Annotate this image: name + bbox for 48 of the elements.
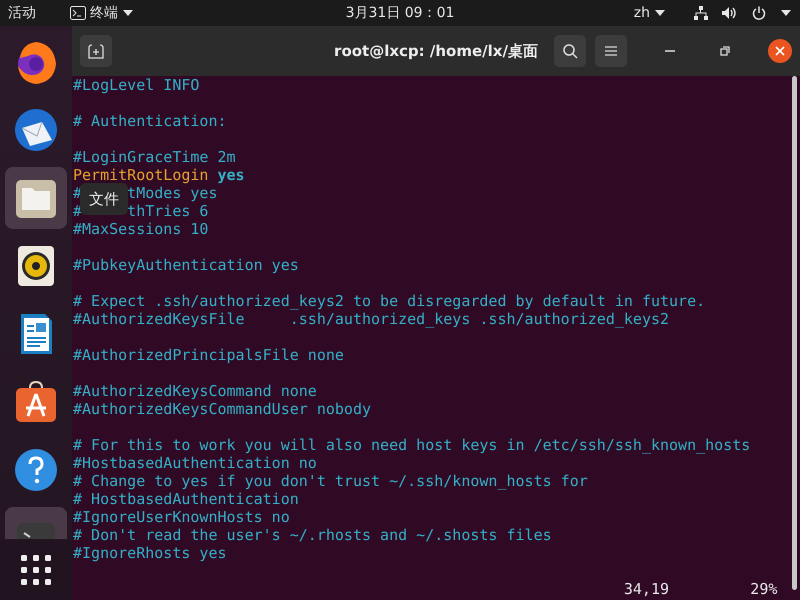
config-value: yes bbox=[218, 166, 245, 184]
help-icon bbox=[12, 446, 60, 494]
minimize-icon bbox=[665, 50, 675, 52]
tooltip: 文件 bbox=[80, 183, 128, 215]
terminal-line: #PubkeyAuthentication yes bbox=[73, 256, 299, 274]
config-key: PermitRootLogin bbox=[73, 166, 208, 184]
restore-icon bbox=[720, 46, 730, 56]
new-tab-icon bbox=[88, 43, 104, 59]
terminal-line: #MaxSessions 10 bbox=[73, 220, 208, 238]
terminal-line: # Authentication: bbox=[73, 112, 227, 130]
terminal-icon bbox=[70, 6, 86, 20]
terminal-line: #HostbasedAuthentication no bbox=[73, 454, 317, 472]
new-tab-button[interactable] bbox=[80, 35, 112, 67]
close-icon bbox=[775, 46, 785, 56]
terminal-line: # HostbasedAuthentication bbox=[73, 490, 299, 508]
clock-text[interactable]: 3月31日 09：01 bbox=[346, 4, 454, 22]
app-grid-icon[interactable] bbox=[21, 555, 51, 585]
search-icon bbox=[562, 43, 578, 59]
volume-icon[interactable] bbox=[722, 6, 738, 20]
app-menu-button[interactable]: 终端 bbox=[70, 4, 134, 22]
terminal-line: # For this to work you will also need host keys in /etc/ssh/ssh_known_hosts bbox=[73, 436, 750, 454]
terminal-line: #LogLevel INFO bbox=[73, 76, 200, 94]
terminal-line: # Don't read the user's ~/.rhosts and ~/.shosts files bbox=[73, 526, 552, 544]
close-button[interactable] bbox=[768, 39, 792, 63]
terminal-line: # Expect .ssh/authorized_keys2 to be disregarded by default in future. bbox=[73, 292, 706, 310]
network-icon[interactable] bbox=[694, 6, 708, 20]
mail-icon bbox=[12, 106, 60, 154]
scrollbar[interactable] bbox=[792, 76, 797, 590]
window-title: root@lxcp: /home/lx/桌面 bbox=[334, 42, 538, 60]
dock-item[interactable] bbox=[5, 167, 67, 229]
terminal-line: #AuthorizedKeysCommand none bbox=[73, 382, 317, 400]
terminal-line: #IgnoreRhosts yes bbox=[73, 544, 227, 562]
cursor-position: 34,19 bbox=[624, 580, 670, 598]
power-icon[interactable] bbox=[752, 6, 766, 20]
search-button[interactable] bbox=[554, 35, 586, 67]
terminal-line: #AuthorizedPrincipalsFile none bbox=[73, 346, 344, 364]
terminal-line: #LoginGraceTime 2m bbox=[73, 148, 236, 166]
scroll-percent: 29% bbox=[750, 580, 778, 598]
menu-button[interactable] bbox=[595, 35, 627, 67]
terminal-line: #AuthorizedKeysCommandUser nobody bbox=[73, 400, 372, 418]
terminal-line: tModes yes bbox=[127, 184, 218, 202]
terminal-line: thTries 6 bbox=[127, 202, 208, 220]
input-method-menu[interactable]: zh bbox=[634, 5, 666, 21]
terminal-line: # Change to yes if you don't trust ~/.ssh/known_hosts for bbox=[73, 472, 588, 490]
menu-icon bbox=[604, 45, 618, 57]
activities-button[interactable]: 活动 bbox=[8, 4, 36, 22]
terminal-line: #AuthorizedKeysFile .ssh/authorized_keys .ssh/authorized_keys2 bbox=[73, 310, 670, 328]
terminal-line: #IgnoreUserKnownHosts no bbox=[73, 508, 290, 526]
